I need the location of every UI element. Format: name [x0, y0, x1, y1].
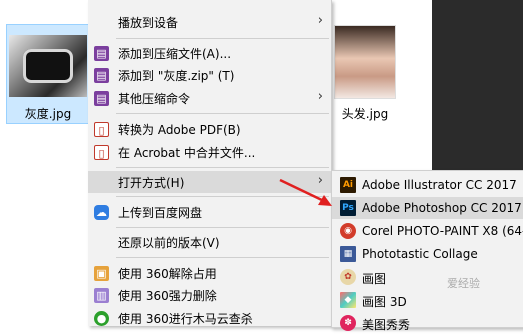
watermark-text: 爱经验 — [447, 277, 480, 290]
file-item-gray[interactable]: 灰度.jpg — [6, 24, 90, 124]
annotation-arrow-icon — [279, 178, 332, 206]
menu-separator — [116, 113, 329, 114]
file-thumbnail — [334, 25, 396, 99]
submenu-item-label: Corel PHOTO-PAINT X8 (64- — [362, 224, 523, 238]
file-thumbnail — [9, 35, 87, 97]
menu-item-label: 播放到设备 — [118, 16, 179, 30]
menu-item-add-archive[interactable]: ▤ 添加到压缩文件(A)... — [88, 42, 331, 64]
chevron-right-icon: › — [317, 89, 323, 104]
preview-pane — [432, 0, 523, 170]
submenu-item-label: 画图 — [362, 272, 387, 286]
file-name: 头发.jpg — [341, 107, 389, 121]
menu-separator — [116, 227, 329, 228]
menu-item-label: 使用 360解除占用 — [118, 267, 217, 281]
photoshop-icon: Ps — [340, 200, 356, 216]
file-name: 灰度.jpg — [24, 107, 72, 121]
menu-item-360-delete[interactable]: ▥ 使用 360强力删除 — [88, 284, 331, 306]
menu-item-restore-versions[interactable]: 还原以前的版本(V) — [88, 231, 331, 253]
menu-separator — [116, 38, 329, 39]
menu-item-label: 其他压缩命令 — [118, 92, 191, 106]
submenu-item-corel[interactable]: ◉ Corel PHOTO-PAINT X8 (64- — [332, 220, 523, 242]
pdf-combine-icon: ▯ — [94, 145, 109, 160]
menu-item-label: 添加到压缩文件(A)... — [118, 47, 232, 61]
submenu-item-label: Phototastic Collage — [362, 247, 478, 261]
winrar-icon: ▤ — [94, 46, 109, 61]
menu-item-add-zip[interactable]: ▤ 添加到 "灰度.zip" (T) — [88, 64, 331, 86]
menu-item-360-unlock[interactable]: ▣ 使用 360解除占用 — [88, 262, 331, 284]
menu-item-label: 转换为 Adobe PDF(B) — [118, 123, 241, 137]
submenu-item-illustrator[interactable]: Ai Adobe Illustrator CC 2017 — [332, 174, 523, 196]
chevron-right-icon: › — [317, 13, 323, 28]
submenu-item-paint[interactable]: ✿ 画图 — [332, 266, 523, 288]
menu-item-convert-pdf[interactable]: ▯ 转换为 Adobe PDF(B) — [88, 118, 331, 140]
pdf-icon: ▯ — [94, 122, 109, 137]
shred-icon: ▥ — [94, 288, 109, 303]
menu-item-label: 还原以前的版本(V) — [118, 236, 220, 250]
menu-item-acrobat-combine[interactable]: ▯ 在 Acrobat 中合并文件... — [88, 141, 331, 163]
menu-item-label: 在 Acrobat 中合并文件... — [118, 146, 256, 160]
context-menu: 播放到设备 › ▤ 添加到压缩文件(A)... ▤ 添加到 "灰度.zip" (… — [88, 0, 332, 326]
baidu-cloud-icon: ☁ — [94, 205, 109, 220]
file-item-hair[interactable]: 头发.jpg — [330, 22, 400, 122]
360-scan-icon: ● — [94, 311, 109, 326]
menu-item-other-compress[interactable]: ▤ 其他压缩命令 › — [88, 87, 331, 109]
submenu-item-photoshop[interactable]: Ps Adobe Photoshop CC 2017 — [332, 197, 523, 219]
menu-item-label: 使用 360进行木马云查杀 — [118, 312, 253, 326]
submenu-item-label: 画图 3D — [362, 295, 407, 309]
corel-photo-paint-icon: ◉ — [340, 223, 356, 239]
menu-item-cast[interactable]: 播放到设备 › — [88, 11, 331, 33]
submenu-item-meitu[interactable]: ✽ 美图秀秀 — [332, 312, 523, 334]
menu-item-label: 使用 360强力删除 — [118, 289, 217, 303]
submenu-item-paint3d[interactable]: ◆ 画图 3D — [332, 289, 523, 311]
winrar-icon: ▤ — [94, 91, 109, 106]
submenu-item-label: 美图秀秀 — [362, 318, 411, 332]
menu-item-label: 添加到 "灰度.zip" (T) — [118, 69, 235, 83]
phototastic-icon: ▦ — [340, 246, 356, 262]
open-with-submenu: Ai Adobe Illustrator CC 2017 Ps Adobe Ph… — [331, 170, 523, 332]
menu-item-label: 打开方式(H) — [118, 176, 185, 190]
submenu-item-phototastic[interactable]: ▦ Phototastic Collage — [332, 243, 523, 265]
menu-separator — [116, 257, 329, 258]
paint-3d-icon: ◆ — [340, 292, 356, 308]
meitu-icon: ✽ — [340, 315, 356, 331]
paint-palette-icon: ✿ — [340, 269, 356, 285]
submenu-item-label: Adobe Illustrator CC 2017 — [362, 178, 517, 192]
unlock-icon: ▣ — [94, 266, 109, 281]
menu-separator — [116, 167, 329, 168]
illustrator-icon: Ai — [340, 177, 356, 193]
winrar-icon: ▤ — [94, 68, 109, 83]
submenu-item-label: Adobe Photoshop CC 2017 — [362, 201, 522, 215]
menu-item-label: 上传到百度网盘 — [118, 206, 203, 220]
